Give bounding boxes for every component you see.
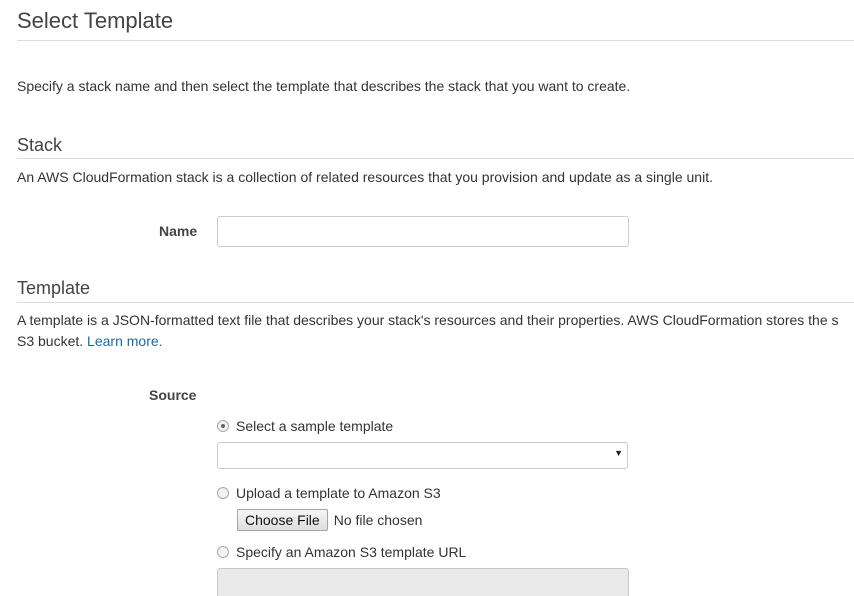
file-picker: Choose File No file chosen: [237, 509, 422, 531]
s3-url-label: Specify an Amazon S3 template URL: [236, 544, 467, 560]
upload-template-radio[interactable]: [217, 487, 229, 499]
template-description-s3: S3 bucket.: [17, 333, 84, 349]
file-status: No file chosen: [333, 512, 423, 528]
dropdown-arrow-icon: ▼: [614, 448, 623, 458]
s3-url-option[interactable]: Specify an Amazon S3 template URL: [217, 544, 466, 560]
stack-divider: [17, 158, 854, 159]
stack-heading: Stack: [17, 135, 63, 155]
title-divider: [17, 40, 854, 41]
template-divider: [17, 302, 854, 303]
upload-template-option[interactable]: Upload a template to Amazon S3: [217, 485, 441, 501]
sample-template-select[interactable]: ▼: [217, 442, 628, 469]
page-title: Select Template: [17, 8, 174, 33]
upload-template-label: Upload a template to Amazon S3: [236, 485, 441, 501]
stack-name-input[interactable]: [217, 216, 629, 247]
sample-template-option[interactable]: Select a sample template: [217, 418, 393, 434]
template-description-line2: S3 bucket. Learn more.: [17, 333, 163, 349]
stack-description: An AWS CloudFormation stack is a collect…: [17, 169, 713, 185]
s3-url-input[interactable]: [217, 568, 629, 596]
template-description: A template is a JSON-formatted text file…: [17, 312, 839, 328]
source-label: Source: [149, 387, 197, 403]
page-intro: Specify a stack name and then select the…: [17, 78, 631, 94]
sample-template-radio[interactable]: [217, 420, 229, 432]
template-heading: Template: [17, 278, 91, 298]
s3-url-radio[interactable]: [217, 546, 229, 558]
sample-template-label: Select a sample template: [236, 418, 394, 434]
choose-file-button[interactable]: Choose File: [237, 509, 328, 531]
stack-name-label: Name: [159, 223, 198, 239]
learn-more-link[interactable]: Learn more.: [87, 333, 162, 349]
